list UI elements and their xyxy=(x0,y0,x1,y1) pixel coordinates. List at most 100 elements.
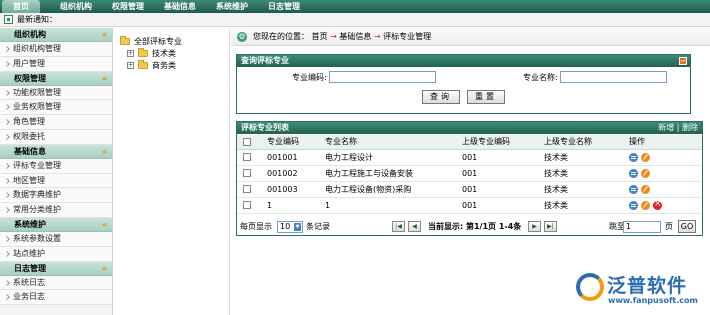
chevron-up-icon[interactable]: « xyxy=(102,218,107,232)
view-icon[interactable] xyxy=(629,184,638,194)
arrow-right-icon: → xyxy=(373,32,381,41)
view-icon[interactable] xyxy=(629,168,638,178)
nav-tab-system[interactable]: 系统维护 xyxy=(210,0,254,13)
row-checkbox[interactable] xyxy=(243,185,251,193)
per-page-value: 10 xyxy=(280,222,291,231)
sidebar-item-major-manage[interactable]: 评标专业管理 xyxy=(0,158,112,174)
row-checkbox[interactable] xyxy=(243,169,251,177)
page-unit: 页 xyxy=(665,222,673,231)
sidebar-item-params[interactable]: 系统参数设置 xyxy=(0,231,112,247)
list-panel-header: 评标专业列表 新增 | 删除 xyxy=(237,122,702,134)
gear-icon: ⚙ xyxy=(237,32,247,42)
cell-parent-name: 技术类 xyxy=(544,165,629,182)
delete-icon[interactable] xyxy=(653,199,662,210)
edit-icon[interactable] xyxy=(641,200,650,210)
sidebar-item-delegation[interactable]: 权限委托 xyxy=(0,129,112,145)
prev-page-button[interactable]: ◀ xyxy=(408,221,421,232)
nav-tab-permission[interactable]: 权限管理 xyxy=(106,0,150,13)
nav-tab-home[interactable]: 首页 xyxy=(2,0,40,13)
sidebar-section-label: 系统维护 xyxy=(14,219,46,229)
table-row: 001001 电力工程设计 001 技术类 xyxy=(237,149,702,166)
delete-link[interactable]: 删除 xyxy=(682,123,698,132)
code-input[interactable] xyxy=(329,71,436,83)
notice-bar: 最新通知： xyxy=(0,13,710,27)
chevron-up-icon[interactable]: « xyxy=(102,72,107,86)
nav-tab-org[interactable]: 组织机构 xyxy=(54,0,98,13)
logo-mark-icon xyxy=(576,273,604,301)
page-input[interactable]: 1 xyxy=(623,221,661,233)
edit-icon[interactable] xyxy=(641,168,650,178)
tree-node-label: 商务类 xyxy=(152,61,176,70)
chevron-up-icon[interactable]: « xyxy=(102,262,107,276)
go-button[interactable]: GO xyxy=(678,220,696,233)
breadcrumb-home[interactable]: 首页 xyxy=(312,32,328,41)
last-page-button[interactable]: ▶| xyxy=(544,221,557,232)
per-page-select[interactable]: 10 ▼ xyxy=(277,221,303,233)
search-button[interactable]: 查询 xyxy=(422,90,460,104)
edit-icon[interactable] xyxy=(641,152,650,162)
sidebar-section-org[interactable]: 组织机构 « xyxy=(0,28,112,42)
sidebar-section-permission[interactable]: 权限管理 « xyxy=(0,71,112,86)
cell-parent-code: 001 xyxy=(462,181,544,198)
select-all-checkbox[interactable] xyxy=(243,137,251,146)
sidebar: 组织机构 « 组织机构管理 用户管理 权限管理 « 功能权限管理 业务权限管理 角色… xyxy=(0,28,113,315)
reset-button[interactable]: 重置 xyxy=(467,90,505,104)
cell-parent-code: 001 xyxy=(462,165,544,182)
chevron-up-icon[interactable]: « xyxy=(102,145,107,159)
chevron-down-icon[interactable]: ▼ xyxy=(294,223,301,231)
cell-code: 1 xyxy=(267,197,325,214)
sidebar-item-org-manage[interactable]: 组织机构管理 xyxy=(0,42,112,57)
sidebar-section-system[interactable]: 系统维护 « xyxy=(0,217,112,232)
sidebar-item-system-log[interactable]: 系统日志 xyxy=(0,275,112,291)
sidebar-item-region[interactable]: 地区管理 xyxy=(0,173,112,189)
chevron-up-icon[interactable]: « xyxy=(102,28,107,42)
view-icon[interactable] xyxy=(629,200,638,210)
nav-tab-logs[interactable]: 日志管理 xyxy=(262,0,306,13)
per-page-label: 每页显示 xyxy=(240,222,272,231)
row-checkbox[interactable] xyxy=(243,201,251,209)
cell-parent-code: 001 xyxy=(462,149,544,166)
notice-icon xyxy=(4,15,13,24)
list-panel: 评标专业列表 新增 | 删除 专业编码 专业名称 上级专业编码 上级专业名称 操… xyxy=(236,121,703,236)
sidebar-section-label: 基础信息 xyxy=(14,146,46,156)
records-label: 条记录 xyxy=(306,222,330,231)
category-tree: 全部评标专业 + 技术类 + 商务类 xyxy=(114,28,230,315)
name-input[interactable] xyxy=(560,71,667,83)
table-row: 1 1 001 技术类 xyxy=(237,197,702,214)
tree-node-label: 技术类 xyxy=(152,49,176,58)
sidebar-item-category[interactable]: 常用分类维护 xyxy=(0,203,112,218)
main-content: ⚙ 您现在的位置： 首页 → 基础信息 → 评标专业管理 查询评标专业 − 专业… xyxy=(231,28,710,315)
query-panel-title: 查询评标专业 xyxy=(241,56,289,65)
pager-status: 当前显示: 第1/1页 1-4条 xyxy=(428,222,522,231)
sidebar-section-basic-info[interactable]: 基础信息 « xyxy=(0,144,112,159)
sidebar-item-business-log[interactable]: 业务日志 xyxy=(0,290,112,306)
cell-name: 电力工程设备(物资)采购 xyxy=(325,181,462,198)
sidebar-item-roles[interactable]: 角色管理 xyxy=(0,115,112,130)
sidebar-item-user-manage[interactable]: 用户管理 xyxy=(0,56,112,72)
cell-parent-name: 技术类 xyxy=(544,197,629,214)
sidebar-item-func-permission[interactable]: 功能权限管理 xyxy=(0,85,112,101)
query-panel-header: 查询评标专业 − xyxy=(237,55,690,67)
cell-code: 001002 xyxy=(267,165,325,182)
table-row: 001002 电力工程施工与设备安装 001 技术类 xyxy=(237,165,702,182)
sidebar-item-biz-permission[interactable]: 业务权限管理 xyxy=(0,100,112,116)
view-icon[interactable] xyxy=(629,152,638,162)
first-page-button[interactable]: |◀ xyxy=(392,221,405,232)
expand-icon[interactable]: + xyxy=(127,50,134,57)
sidebar-item-site[interactable]: 站点维护 xyxy=(0,246,112,262)
notice-text: 最新通知： xyxy=(17,15,57,24)
nav-tab-basic-info[interactable]: 基础信息 xyxy=(158,0,202,13)
pager: 每页显示 10 ▼ 条记录 |◀ ◀ 当前显示: 第1/1页 1-4条 ▶ ▶| … xyxy=(237,218,702,236)
sidebar-section-label: 权限管理 xyxy=(14,73,46,83)
next-page-button[interactable]: ▶ xyxy=(528,221,541,232)
sidebar-section-logs[interactable]: 日志管理 « xyxy=(0,261,112,276)
expand-icon[interactable]: + xyxy=(127,62,134,69)
edit-icon[interactable] xyxy=(641,184,650,194)
row-checkbox[interactable] xyxy=(243,153,251,161)
sidebar-item-dictionary[interactable]: 数据字典维护 xyxy=(0,188,112,204)
add-link[interactable]: 新增 xyxy=(658,123,674,132)
collapse-icon[interactable]: − xyxy=(679,57,687,65)
col-code: 专业编码 xyxy=(267,135,325,150)
breadcrumb-basic-info[interactable]: 基础信息 xyxy=(339,32,371,41)
cell-parent-name: 技术类 xyxy=(544,149,629,166)
